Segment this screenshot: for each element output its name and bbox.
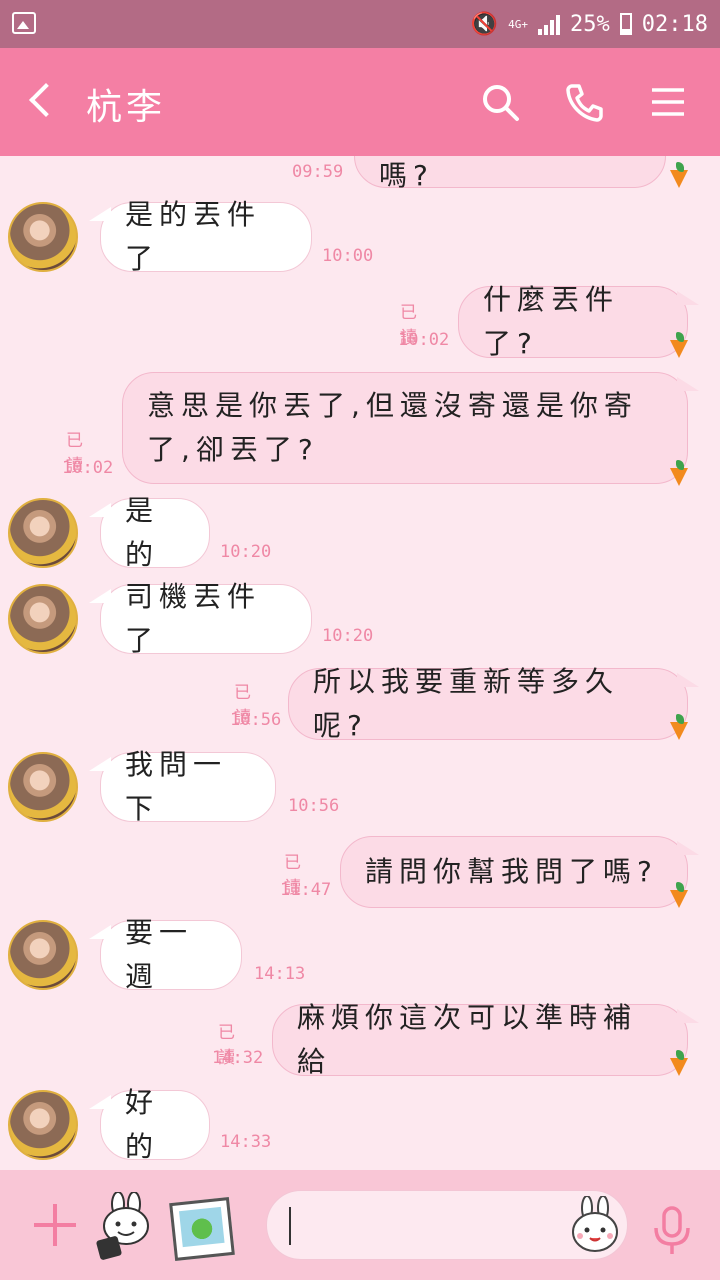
message-time: 10:02: [62, 458, 114, 478]
carrot-icon: [668, 714, 690, 740]
avatar[interactable]: [8, 920, 78, 990]
battery-percent: 25%: [570, 11, 610, 37]
carrot-icon: [668, 1050, 690, 1076]
add-attachment-button[interactable]: [30, 1200, 80, 1250]
message-bubble[interactable]: 好的: [89, 1086, 210, 1163]
search-icon[interactable]: [478, 80, 522, 124]
status-bar: 🔇 4G+ 25% 02:18: [0, 0, 720, 48]
chat-messages[interactable]: 催促?你還沒寄嗎? 09:59 是的丟件了 10:00 已讀 10:02 什麼丟…: [0, 156, 720, 1170]
message-time: 09:59: [292, 162, 344, 182]
microphone-icon[interactable]: [650, 1206, 694, 1256]
mute-icon: 🔇: [470, 11, 499, 37]
avatar[interactable]: [8, 202, 78, 272]
message-bubble[interactable]: 是的丟件了: [89, 198, 312, 275]
message-bubble[interactable]: 司機丟件了: [89, 580, 312, 657]
message-line: 意思是你丟了,但還沒寄還是你寄: [147, 389, 638, 422]
status-icons: 🔇 4G+ 25% 02:18: [471, 8, 708, 40]
gallery-notification-icon: [12, 12, 36, 34]
carrot-icon: [668, 460, 690, 486]
message-time: 14:13: [254, 964, 306, 984]
avatar[interactable]: [8, 1090, 78, 1160]
signal-icon: [538, 13, 561, 35]
message-time: 11:47: [280, 880, 332, 900]
message-time: 10:56: [230, 710, 282, 730]
message-time: 10:02: [398, 330, 450, 350]
avatar[interactable]: [8, 752, 78, 822]
avatar[interactable]: [8, 584, 78, 654]
photo-button[interactable]: [169, 1197, 235, 1261]
message-bubble[interactable]: 是的: [89, 494, 210, 571]
message-bubble[interactable]: 請問你幫我問了嗎?: [340, 836, 699, 908]
message-time: 14:33: [220, 1132, 272, 1152]
message-bubble[interactable]: 要一週: [89, 916, 242, 993]
message-bubble[interactable]: 麻煩你這次可以準時補給: [272, 1001, 699, 1078]
chat-header: 杭李: [0, 48, 720, 156]
message-bubble[interactable]: 所以我要重新等多久呢?: [288, 665, 699, 742]
message-time: 10:20: [322, 626, 374, 646]
menu-icon[interactable]: [646, 80, 690, 124]
emoji-button[interactable]: [568, 1195, 622, 1254]
message-time: 10:00: [322, 246, 374, 266]
carrot-icon: [668, 162, 690, 188]
message-bubble[interactable]: 催促?你還沒寄嗎?: [354, 156, 666, 192]
message-bubble[interactable]: 什麼丟件了?: [458, 283, 699, 360]
clock: 02:18: [641, 11, 708, 37]
phone-call-icon[interactable]: [562, 80, 606, 124]
message-time: 14:32: [212, 1048, 264, 1068]
sticker-button[interactable]: [94, 1191, 160, 1262]
message-time: 10:56: [288, 796, 340, 816]
battery-icon: [619, 13, 632, 35]
message-line: 了,卻丟了?: [147, 433, 319, 466]
carrot-icon: [668, 882, 690, 908]
message-input-bar: [0, 1170, 720, 1280]
chat-title: 杭李: [86, 87, 167, 128]
message-bubble[interactable]: 意思是你丟了,但還沒寄還是你寄 了,卻丟了?: [122, 372, 699, 484]
back-button[interactable]: [22, 78, 62, 126]
carrot-icon: [668, 332, 690, 358]
message-bubble[interactable]: 我問一下: [89, 748, 276, 825]
network-indicator: 4G+: [508, 17, 529, 31]
message-time: 10:20: [220, 542, 272, 562]
avatar[interactable]: [8, 498, 78, 568]
